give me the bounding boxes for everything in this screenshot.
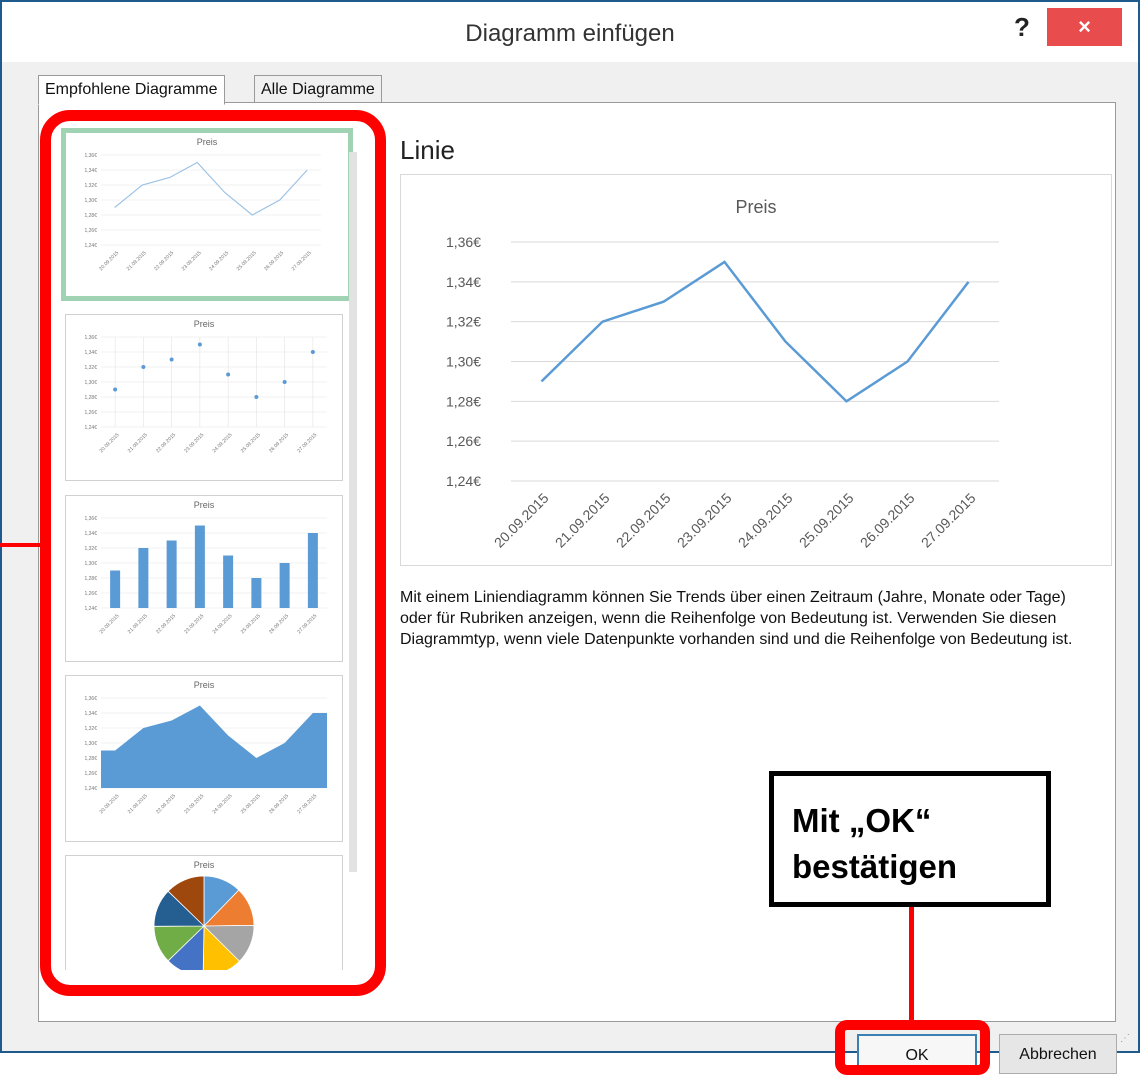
instruction-callout: Mit „OK“ bestätigen bbox=[769, 771, 1051, 907]
preview-line-chart: Preis 1,24€ 1,26€ 1,28€ 1,30€ 1,32€ 1,34€ 1,36€… bbox=[401, 175, 1111, 565]
callout-line-1: Mit „OK“ bbox=[792, 798, 1046, 844]
cancel-button[interactable]: Abbrechen bbox=[999, 1034, 1117, 1074]
chart-description: Mit einem Liniendiagramm können Sie Tren… bbox=[400, 587, 1100, 650]
chart-preview: Preis 1,24€ 1,26€ 1,28€ 1,30€ 1,32€ 1,34€ 1,36€… bbox=[400, 174, 1112, 566]
x-tick-label: 26.09.2015 bbox=[857, 490, 918, 551]
y-tick-label: 1,32€ bbox=[446, 314, 481, 330]
x-tick-label: 20.09.2015 bbox=[491, 490, 552, 551]
y-tick-label: 1,36€ bbox=[446, 234, 481, 250]
series-line bbox=[542, 262, 969, 401]
callout-pointer bbox=[909, 907, 914, 1027]
dialog-title: Diagramm einfügen bbox=[2, 20, 1138, 48]
resize-grip-icon[interactable]: ⋰ bbox=[1120, 1033, 1132, 1045]
callout-line-2: bestätigen bbox=[792, 844, 1046, 890]
tab-all-charts[interactable]: Alle Diagramme bbox=[254, 75, 382, 105]
title-bar: Diagramm einfügen ? × bbox=[2, 2, 1138, 62]
y-tick-label: 1,26€ bbox=[446, 433, 481, 449]
chart-title: Preis bbox=[735, 197, 776, 217]
thumbnail-highlight-frame bbox=[40, 110, 386, 996]
y-tick-label: 1,30€ bbox=[446, 354, 481, 370]
ok-highlight-frame bbox=[835, 1020, 990, 1075]
tab-recommended-charts[interactable]: Empfohlene Diagramme bbox=[38, 75, 225, 105]
x-tick-label: 22.09.2015 bbox=[613, 490, 674, 551]
help-button[interactable]: ? bbox=[1014, 12, 1030, 43]
y-tick-label: 1,28€ bbox=[446, 393, 481, 409]
close-button[interactable]: × bbox=[1047, 8, 1122, 46]
x-tick-label: 25.09.2015 bbox=[796, 490, 857, 551]
chart-type-heading: Linie bbox=[400, 135, 455, 166]
x-tick-label: 27.09.2015 bbox=[918, 490, 979, 551]
x-tick-label: 23.09.2015 bbox=[674, 490, 735, 551]
thumbnail-highlight-pointer bbox=[0, 543, 40, 547]
x-tick-label: 21.09.2015 bbox=[552, 490, 613, 551]
x-tick-label: 24.09.2015 bbox=[735, 490, 796, 551]
y-tick-label: 1,24€ bbox=[446, 473, 481, 489]
y-tick-label: 1,34€ bbox=[446, 274, 481, 290]
